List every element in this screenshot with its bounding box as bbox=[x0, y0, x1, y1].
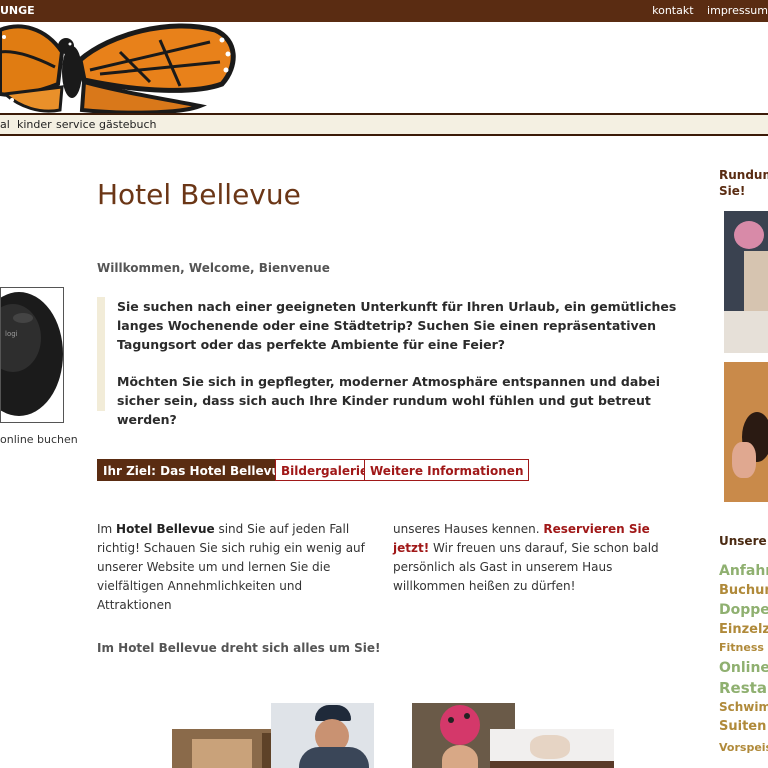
nav-item-kinder[interactable]: kinder bbox=[17, 118, 52, 131]
main-nav: al kinder service gästebuch bbox=[0, 113, 768, 136]
page-title: Hotel Bellevue bbox=[97, 178, 301, 211]
tab-hotel-bellevue[interactable]: Ihr Ziel: Das Hotel Bellevue bbox=[97, 459, 295, 481]
top-links: kontakt impressum bbox=[642, 4, 768, 17]
gallery-photo-man bbox=[271, 703, 374, 768]
sidebar-heading-rundum: Rundum bbox=[719, 168, 768, 182]
nav-item-service[interactable]: service bbox=[56, 118, 95, 131]
top-bar: UNGE kontakt impressum bbox=[0, 0, 768, 23]
header-banner bbox=[0, 22, 768, 114]
svg-text:logi: logi bbox=[5, 330, 18, 338]
butterfly-image bbox=[0, 23, 236, 114]
sidebar-tag-1[interactable]: Buchun bbox=[719, 583, 768, 598]
link-kontakt[interactable]: kontakt bbox=[652, 4, 693, 17]
sidebar-photo-wedding bbox=[724, 211, 768, 353]
link-impressum[interactable]: impressum bbox=[707, 4, 768, 17]
tab-weitere-informationen[interactable]: Weitere Informationen bbox=[364, 459, 530, 481]
text-column-1: Im Hotel Bellevue sind Sie auf jeden Fal… bbox=[97, 520, 373, 615]
sidebar-tag-8[interactable]: Suiten bbox=[719, 719, 766, 734]
col1-hotel-name: Hotel Bellevue bbox=[116, 522, 215, 536]
sidebar-heading-unsere: Unsere bbox=[719, 534, 767, 548]
sidebar-tag-2[interactable]: Doppel bbox=[719, 602, 768, 618]
intro-quote: Sie suchen nach einer geeigneten Unterku… bbox=[97, 297, 689, 427]
col2-text-post: Wir freuen uns darauf, Sie schon bald pe… bbox=[393, 541, 659, 593]
sidebar-heading-sie: Sie! bbox=[719, 184, 746, 198]
booking-mouse-image[interactable]: logi bbox=[0, 287, 64, 423]
col2-text-pre: unseres Hauses kennen. bbox=[393, 522, 544, 536]
site-brand: UNGE bbox=[0, 4, 35, 17]
sidebar-tag-0[interactable]: Anfahrt bbox=[719, 563, 768, 579]
tab-bildergalerie[interactable]: Bildergalerie bbox=[275, 459, 375, 481]
quote-paragraph-2: Möchten Sie sich in gepflegter, moderner… bbox=[117, 374, 660, 427]
welcome-heading: Willkommen, Welcome, Bienvenue bbox=[97, 261, 330, 275]
sidebar-tag-9[interactable]: Vorspeis bbox=[719, 741, 768, 754]
slogan: Im Hotel Bellevue dreht sich alles um Si… bbox=[97, 641, 381, 655]
gallery-photo-room bbox=[490, 729, 614, 768]
sidebar-tag-4[interactable]: Fitness c bbox=[719, 641, 768, 654]
text-column-2: unseres Hauses kennen. Reservieren Sie j… bbox=[393, 520, 678, 596]
nav-item-al[interactable]: al bbox=[0, 118, 10, 131]
nav-item-gaestebuch[interactable]: gästebuch bbox=[99, 118, 157, 131]
sidebar-photo-person bbox=[724, 362, 768, 502]
sidebar-tag-3[interactable]: Einzelzi bbox=[719, 622, 768, 637]
online-booking-caption[interactable]: online buchen bbox=[0, 433, 78, 446]
quote-paragraph-1: Sie suchen nach einer geeigneten Unterku… bbox=[117, 299, 677, 352]
sidebar-tag-7[interactable]: Schwim bbox=[719, 700, 768, 714]
col1-text-pre: Im bbox=[97, 522, 117, 536]
sidebar-tag-6[interactable]: Restau bbox=[719, 679, 768, 697]
sidebar-tag-5[interactable]: Online bbox=[719, 660, 768, 676]
